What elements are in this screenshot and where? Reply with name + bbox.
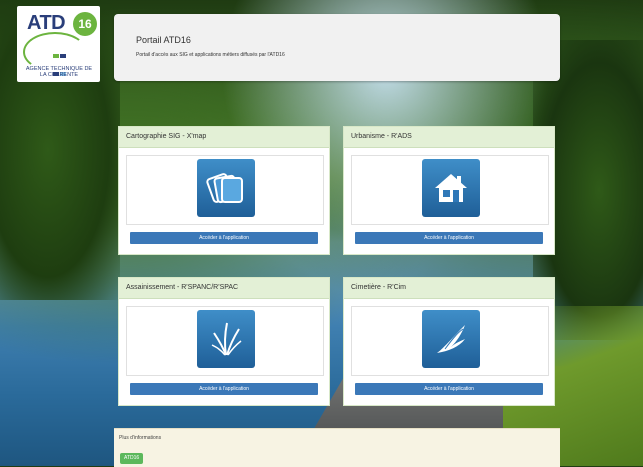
footer-title: Plus d'informations xyxy=(119,435,162,441)
card-title: Cartographie SIG - X'map xyxy=(119,127,329,148)
page-subtitle: Portail d'accès aux SIG et applications … xyxy=(136,52,285,58)
atd16-logo[interactable]: ATD 16 AGENCE TECHNIQUE DE LA CHARENTE xyxy=(17,6,100,82)
card-title: Urbanisme - R'ADS xyxy=(344,127,554,148)
card-urbanisme: Urbanisme - R'ADS Accéder à l'applicatio… xyxy=(343,126,555,255)
angel-wing-icon[interactable] xyxy=(422,310,480,368)
card-assainissement: Assainissement - R'SPANC/R'SPAC Accéder … xyxy=(118,277,330,406)
portal-header: Portail ATD16 Portail d'accès aux SIG et… xyxy=(114,14,560,81)
info-footer: Plus d'informations ATD16 xyxy=(114,428,560,467)
map-layers-icon[interactable] xyxy=(197,159,255,217)
open-app-button[interactable]: Accéder à l'application xyxy=(130,232,318,244)
card-cartographie: Cartographie SIG - X'map Accéder à l'app… xyxy=(118,126,330,255)
atd16-link-button[interactable]: ATD16 xyxy=(120,453,144,464)
open-app-button[interactable]: Accéder à l'application xyxy=(355,383,543,395)
card-icon-panel xyxy=(126,155,324,225)
logo-squares-icon xyxy=(53,46,67,76)
card-icon-panel xyxy=(126,306,324,376)
house-icon[interactable] xyxy=(422,159,480,217)
card-icon-panel xyxy=(351,155,549,225)
card-title: Assainissement - R'SPANC/R'SPAC xyxy=(119,278,329,299)
reeds-icon[interactable] xyxy=(197,310,255,368)
card-title: Cimetière - R'Cim xyxy=(344,278,554,299)
open-app-button[interactable]: Accéder à l'application xyxy=(355,232,543,244)
card-icon-panel xyxy=(351,306,549,376)
logo-number: 16 xyxy=(73,12,97,36)
card-cimetiere: Cimetière - R'Cim Accéder à l'applicatio… xyxy=(343,277,555,406)
open-app-button[interactable]: Accéder à l'application xyxy=(130,383,318,395)
page-title: Portail ATD16 xyxy=(136,35,191,45)
logo-department: AGENCE TECHNIQUE DE LA CHARENTE xyxy=(25,66,93,78)
